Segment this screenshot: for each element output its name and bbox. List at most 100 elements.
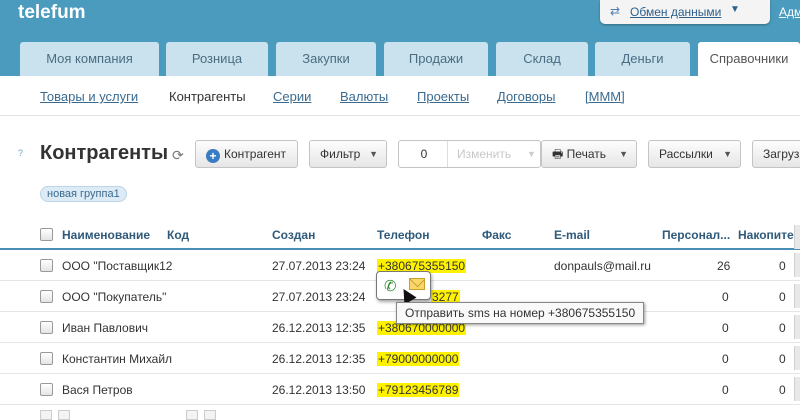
column-name[interactable]: Наименование bbox=[62, 228, 150, 242]
filter-label: Фильтр bbox=[320, 147, 361, 161]
tab-warehouse[interactable]: Склад bbox=[496, 42, 588, 76]
data-exchange-menu[interactable]: ⇄ Обмен данными ▼ bbox=[600, 0, 770, 24]
tab-label: Моя компания bbox=[46, 51, 133, 66]
add-counterparty-label: Контрагент bbox=[224, 147, 287, 161]
cell-accumulated: 0 bbox=[779, 383, 786, 397]
cell-name[interactable]: Иван Павлович bbox=[62, 321, 148, 335]
cell-name[interactable]: Константин Михайл bbox=[62, 352, 172, 366]
column-created[interactable]: Создан bbox=[272, 228, 315, 242]
cell-personal: 0 bbox=[722, 352, 729, 366]
table-row[interactable]: Константин Михайл 26.12.2013 12:35 +7900… bbox=[0, 343, 800, 374]
column-email[interactable]: E-mail bbox=[554, 228, 590, 242]
cell-phone[interactable]: +79000000000 bbox=[377, 352, 460, 366]
column-resizer[interactable] bbox=[794, 225, 800, 249]
top-bar: telefum ⇄ Обмен данными ▼ Адм Моя компан… bbox=[0, 0, 800, 76]
row-checkbox[interactable] bbox=[40, 259, 53, 272]
data-exchange-label[interactable]: Обмен данными bbox=[630, 5, 721, 19]
column-personal[interactable]: Персонал... bbox=[662, 228, 730, 242]
subnav-projects[interactable]: Проекты bbox=[417, 89, 469, 104]
subnav-series[interactable]: Серии bbox=[273, 89, 311, 104]
tab-money[interactable]: Деньги bbox=[595, 42, 690, 76]
column-code[interactable]: Код bbox=[167, 228, 189, 242]
plus-icon: + bbox=[206, 149, 220, 163]
tab-directories[interactable]: Справочники bbox=[698, 42, 800, 76]
subnav-goods-services[interactable]: Товары и услуги bbox=[40, 89, 138, 104]
table-row[interactable]: Вася Петров 26.12.2013 13:50 +7912345678… bbox=[0, 374, 800, 405]
subnav-mmm[interactable]: [МММ] bbox=[585, 89, 625, 104]
column-accumulated[interactable]: Накопите... bbox=[738, 228, 800, 242]
cell-created: 27.07.2013 23:24 bbox=[272, 290, 366, 304]
sub-navigation: Товары и услуги Контрагенты Серии Валюты… bbox=[0, 76, 800, 116]
tab-label: Деньги bbox=[621, 51, 664, 66]
cell-name[interactable]: Вася Петров bbox=[62, 383, 133, 397]
help-icon[interactable]: ? bbox=[18, 148, 28, 158]
cell-email: donpauls@mail.ru bbox=[554, 259, 651, 273]
row-checkbox[interactable] bbox=[40, 352, 53, 365]
pager-last-button[interactable] bbox=[204, 410, 216, 420]
chevron-down-icon: ▼ bbox=[369, 149, 378, 159]
admin-link[interactable]: Адм bbox=[779, 5, 800, 19]
cell-accumulated: 0 bbox=[779, 259, 786, 273]
edit-button[interactable]: Изменить bbox=[457, 141, 511, 167]
row-handle bbox=[794, 346, 800, 370]
row-checkbox[interactable] bbox=[40, 290, 53, 303]
subnav-contracts[interactable]: Договоры bbox=[497, 89, 555, 104]
row-handle bbox=[794, 377, 800, 401]
pager-prev-button[interactable] bbox=[58, 410, 70, 420]
row-handle bbox=[794, 284, 800, 308]
load-button[interactable]: Загруз bbox=[752, 140, 800, 168]
mailing-button[interactable]: Рассылки ▼ bbox=[648, 140, 741, 168]
column-fax[interactable]: Факс bbox=[482, 228, 511, 242]
tab-label: Продажи bbox=[408, 51, 464, 66]
chevron-down-icon: ▼ bbox=[527, 149, 536, 159]
chevron-down-icon: ▼ bbox=[730, 4, 740, 15]
sms-tooltip: Отправить sms на номер +380675355150 bbox=[396, 302, 645, 324]
chevron-down-icon: ▼ bbox=[723, 149, 732, 159]
print-label: Печать bbox=[566, 147, 606, 161]
filter-button[interactable]: Фильтр ▼ bbox=[309, 140, 387, 168]
cell-personal: 26 bbox=[717, 259, 731, 273]
mailing-label: Рассылки bbox=[659, 147, 713, 161]
cell-personal: 0 bbox=[722, 321, 729, 335]
select-all-checkbox[interactable] bbox=[40, 228, 53, 241]
printer-icon: 🖶 bbox=[552, 147, 564, 161]
cell-created: 26.12.2013 13:50 bbox=[272, 383, 366, 397]
refresh-icon[interactable]: ⟳ bbox=[172, 147, 184, 164]
row-checkbox[interactable] bbox=[40, 321, 53, 334]
tab-label: Закупки bbox=[302, 51, 350, 66]
chevron-down-icon: ▼ bbox=[619, 149, 628, 159]
tab-purchases[interactable]: Закупки bbox=[276, 42, 376, 76]
tab-label: Склад bbox=[523, 51, 561, 66]
cell-accumulated: 0 bbox=[779, 321, 786, 335]
cell-created: 26.12.2013 12:35 bbox=[272, 352, 366, 366]
cell-phone[interactable]: +79123456789 bbox=[377, 383, 460, 397]
print-button[interactable]: 🖶 Печать ▼ bbox=[541, 140, 637, 168]
exchange-icon: ⇄ bbox=[610, 4, 621, 18]
cell-created: 27.07.2013 23:24 bbox=[272, 259, 366, 273]
cell-created: 26.12.2013 12:35 bbox=[272, 321, 366, 335]
tab-retail[interactable]: Розница bbox=[166, 42, 268, 76]
cell-name[interactable]: ООО "Покупатель" bbox=[62, 290, 166, 304]
cell-personal: 0 bbox=[722, 383, 729, 397]
load-label: Загруз bbox=[763, 147, 800, 161]
pager-first-button[interactable] bbox=[40, 410, 52, 420]
pager-next-button[interactable] bbox=[186, 410, 198, 420]
phone-icon[interactable]: ✆ bbox=[384, 277, 397, 295]
tab-my-company[interactable]: Моя компания bbox=[20, 42, 159, 76]
column-phone[interactable]: Телефон bbox=[377, 228, 429, 242]
add-counterparty-button[interactable]: + Контрагент bbox=[195, 140, 298, 168]
subnav-counterparties[interactable]: Контрагенты bbox=[169, 89, 246, 104]
subnav-currencies[interactable]: Валюты bbox=[340, 89, 388, 104]
row-checkbox[interactable] bbox=[40, 383, 53, 396]
table-header: Наименование Код Создан Телефон Факс E-m… bbox=[0, 222, 800, 250]
selected-count: 0 bbox=[420, 147, 428, 161]
cell-name[interactable]: ООО "Поставщик12 bbox=[62, 259, 172, 273]
app-logo[interactable]: telefum bbox=[18, 2, 86, 24]
cell-accumulated: 0 bbox=[779, 290, 786, 304]
divider bbox=[447, 141, 448, 167]
tab-sales[interactable]: Продажи bbox=[384, 42, 488, 76]
group-tag[interactable]: новая группа1 bbox=[40, 186, 127, 202]
page-title: Контрагенты bbox=[40, 142, 169, 164]
selection-counter: 0 Изменить ▼ bbox=[398, 140, 541, 168]
tab-label: Справочники bbox=[709, 51, 789, 66]
